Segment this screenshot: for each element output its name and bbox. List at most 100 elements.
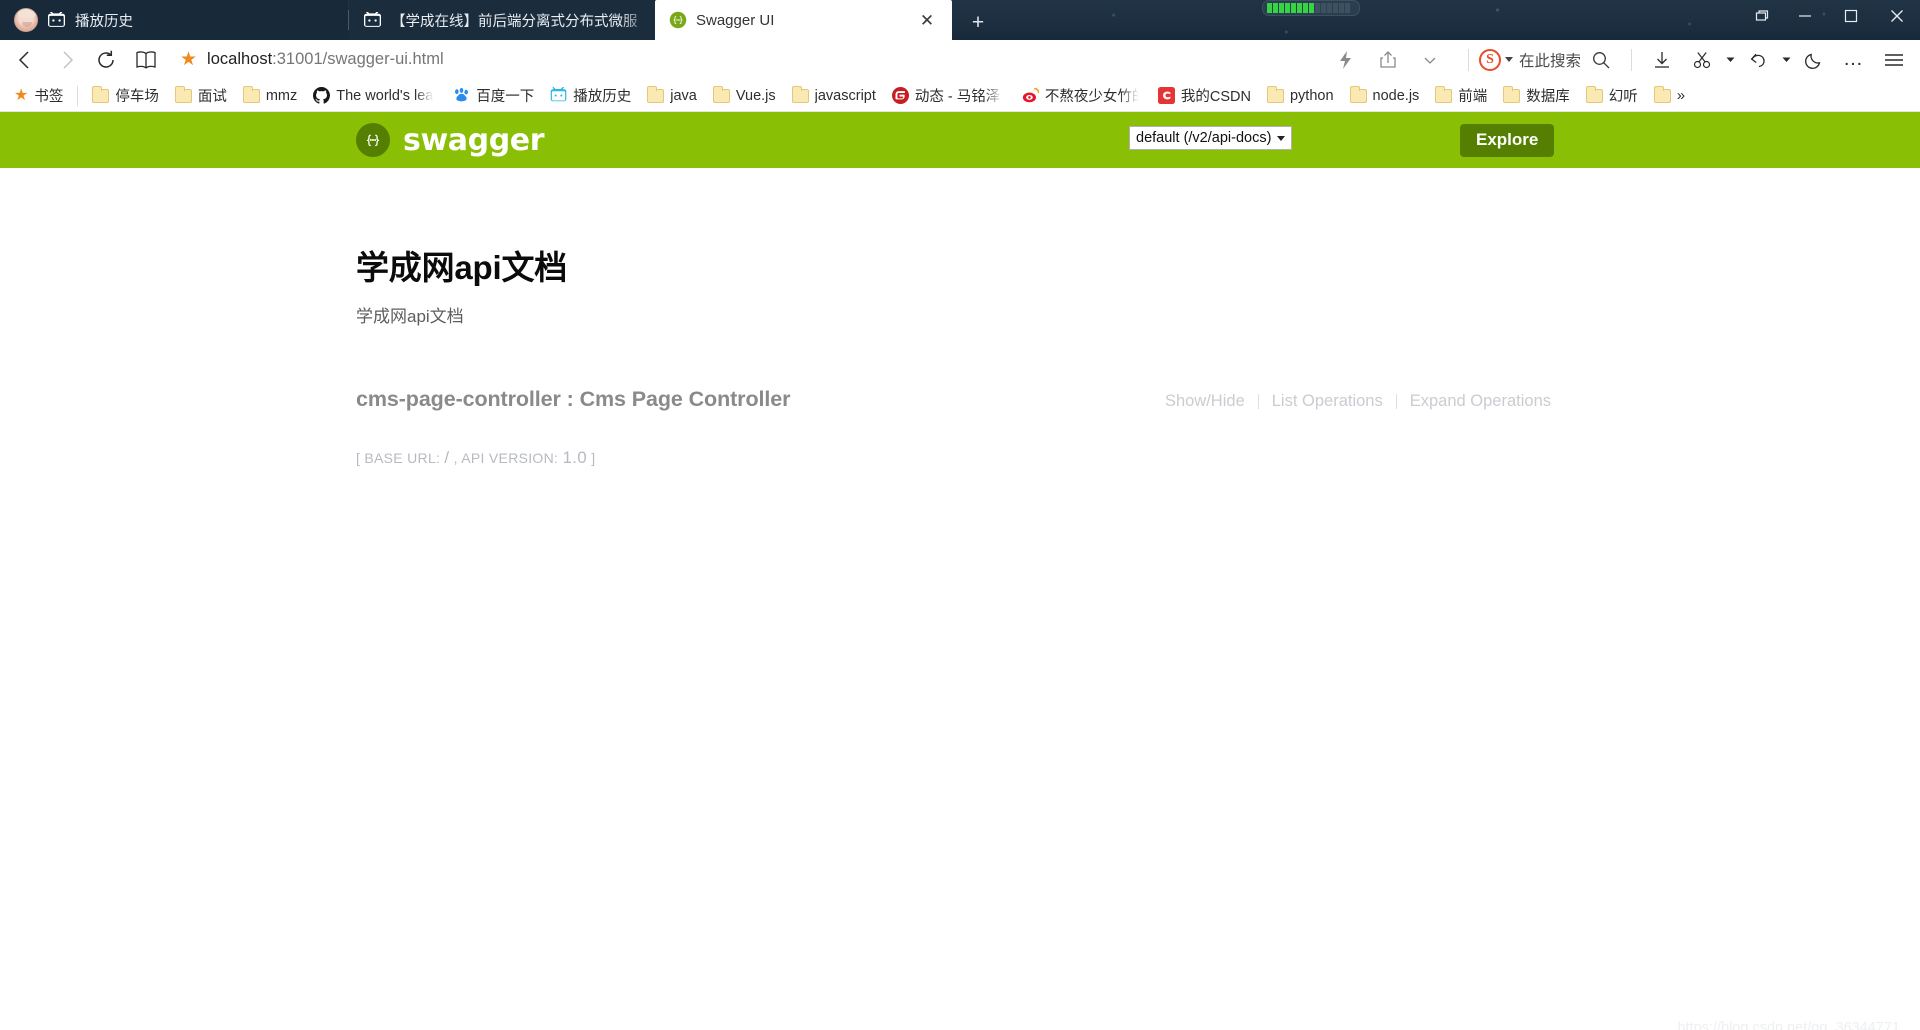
bookmark-label: python: [1289, 87, 1334, 104]
reload-icon[interactable]: [86, 44, 126, 76]
scissors-icon[interactable]: [1682, 44, 1722, 76]
swagger-main-content: 学成网api文档 学成网api文档 cms-page-controller : …: [0, 168, 1920, 1030]
swagger-logo[interactable]: swagger: [356, 123, 545, 158]
github-icon: [313, 87, 331, 104]
bookmarks-bar: ★ 书签 停车场 面试 mmz The world's lead 百度一下 播放…: [0, 80, 1920, 112]
url-host: localhost: [207, 50, 273, 68]
folder-icon: [1503, 85, 1521, 103]
baidu-icon: [455, 87, 469, 102]
search-hint-label: 在此搜索: [1518, 52, 1581, 70]
list-operations-link[interactable]: List Operations: [1259, 392, 1396, 411]
explore-button[interactable]: Explore: [1460, 124, 1555, 157]
page-title: 学成网api文档: [356, 249, 568, 286]
bookmark-item[interactable]: mmz: [235, 85, 305, 107]
bilibili-icon: [48, 11, 65, 27]
bookmark-item[interactable]: 我的CSDN: [1150, 82, 1259, 109]
bookmark-item[interactable]: 幻听: [1578, 82, 1646, 109]
undo-icon[interactable]: [1738, 44, 1778, 76]
browser-tab-1[interactable]: 播放历史: [0, 0, 348, 40]
chevron-down-icon[interactable]: [1778, 44, 1794, 76]
star-icon: ★: [14, 86, 29, 104]
bookmark-item[interactable]: 百度一下: [445, 82, 542, 109]
api-version-value: 1.0: [562, 448, 587, 467]
chevron-down-icon[interactable]: [1722, 44, 1738, 76]
favorite-star-icon[interactable]: ★: [180, 50, 197, 69]
bookmark-item[interactable]: 播放历史: [542, 82, 639, 109]
base-url-info: [ BASE URL: / , API VERSION: 1.0 ]: [356, 448, 1564, 468]
bookmark-label: java: [670, 87, 697, 104]
back-icon[interactable]: [6, 44, 46, 76]
page-description: 学成网api文档: [356, 307, 464, 326]
base-url-value: /: [444, 448, 450, 467]
bookmark-label: mmz: [265, 87, 298, 104]
address-bar[interactable]: ★ localhost:31001/swagger-ui.html: [172, 44, 1458, 76]
folder-icon: [1266, 85, 1284, 103]
base-url-suffix: ]: [591, 450, 596, 466]
base-url-label: [ BASE URL:: [356, 450, 441, 466]
bookmark-item[interactable]: The world's lead: [305, 84, 445, 107]
folder-icon: [174, 85, 192, 103]
bookmark-item[interactable]: 不熬夜少女竹的微: [1014, 82, 1150, 109]
bookmark-item[interactable]: Vue.js: [705, 85, 784, 107]
expand-operations-link[interactable]: Expand Operations: [1397, 392, 1564, 411]
minimize-button[interactable]: [1782, 0, 1828, 32]
api-docs-select[interactable]: default (/v2/api-docs): [1129, 126, 1293, 150]
bookmark-item[interactable]: 前端: [1427, 82, 1495, 109]
close-window-button[interactable]: [1874, 0, 1920, 32]
tab-strip: 播放历史 【学成在线】前后端分离式分布式微服 Swagger UI ✕ +: [0, 0, 998, 40]
chevron-down-icon[interactable]: [1410, 44, 1450, 76]
lightning-icon[interactable]: [1326, 44, 1366, 76]
bookmark-item[interactable]: 动态 - 马铭泽 (jlu: [884, 82, 1014, 109]
browser-tab-3-active[interactable]: Swagger UI ✕: [655, 0, 952, 40]
bookmark-label: 数据库: [1526, 89, 1570, 105]
bookmarks-overflow-button[interactable]: »: [1671, 87, 1691, 104]
show-hide-link[interactable]: Show/Hide: [1152, 392, 1258, 411]
download-icon[interactable]: [1642, 44, 1682, 76]
bookmark-item[interactable]: 停车场: [84, 82, 167, 109]
bookmark-item[interactable]: 数据库: [1495, 82, 1578, 109]
bookmark-item[interactable]: node.js: [1342, 85, 1428, 107]
bilibili-icon: [364, 11, 381, 27]
folder-icon: [1585, 85, 1603, 103]
new-tab-button[interactable]: +: [958, 6, 998, 40]
browser-tab-2[interactable]: 【学成在线】前后端分离式分布式微服: [349, 0, 655, 40]
bookmark-item[interactable]: 面试: [167, 82, 235, 109]
folder-icon: [92, 85, 110, 103]
swagger-header: swagger default (/v2/api-docs) Explore: [0, 112, 1920, 168]
resource-row: cms-page-controller : Cms Page Controlle…: [356, 387, 1564, 412]
swagger-brace-icon: [356, 123, 390, 157]
folder-icon: [1435, 85, 1453, 103]
reading-view-icon[interactable]: [126, 44, 166, 76]
bookmark-label: 动态 - 马铭泽 (jlu: [915, 85, 1006, 106]
bookmark-item[interactable]: java: [639, 85, 705, 107]
browser-title-bar: 播放历史 【学成在线】前后端分离式分布式微服 Swagger UI ✕ +: [0, 0, 1920, 40]
forward-icon[interactable]: [46, 44, 86, 76]
hamburger-icon[interactable]: [1874, 44, 1914, 76]
sogou-icon: S: [1478, 48, 1501, 71]
more-options-icon[interactable]: …: [1834, 44, 1874, 76]
share-icon[interactable]: [1368, 44, 1408, 76]
bookmark-label: 幻听: [1608, 89, 1638, 105]
bookmark-divider: [77, 85, 79, 106]
bookmark-item[interactable]: javascript: [784, 85, 884, 107]
bookmark-label: The world's lead: [336, 87, 438, 104]
bookmark-item[interactable]: python: [1259, 85, 1342, 107]
bookmark-label: 前端: [1458, 89, 1488, 105]
bookmark-root[interactable]: ★ 书签: [6, 82, 71, 109]
search-icon[interactable]: [1581, 44, 1621, 76]
bookmark-label: 播放历史: [573, 89, 632, 105]
tab-title: 【学成在线】前后端分离式分布式微服: [391, 13, 638, 30]
avatar: [14, 8, 38, 32]
chevron-down-icon[interactable]: [1504, 57, 1513, 62]
swagger-icon: [669, 11, 687, 29]
toolbar-divider: [1467, 48, 1469, 71]
search-engine-selector[interactable]: S 在此搜索: [1478, 48, 1581, 71]
close-icon[interactable]: ✕: [914, 7, 940, 33]
moon-icon[interactable]: [1794, 44, 1834, 76]
bookmark-label: javascript: [814, 87, 876, 104]
navigation-toolbar: ★ localhost:31001/swagger-ui.html S 在此搜索: [0, 40, 1920, 80]
restore-down-icon[interactable]: [1742, 0, 1782, 32]
maximize-button[interactable]: [1828, 0, 1874, 32]
bookmark-item[interactable]: [1646, 85, 1671, 106]
folder-icon: [712, 85, 730, 103]
